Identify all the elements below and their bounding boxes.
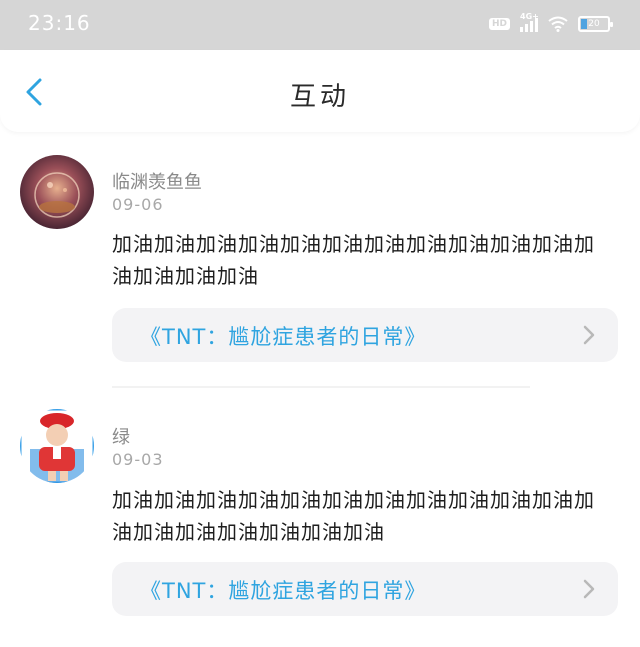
- username[interactable]: 临渊羡鱼鱼: [112, 168, 202, 194]
- comment-date: 09-03: [112, 450, 164, 469]
- chevron-right-icon: [582, 324, 596, 346]
- battery-level: 20: [588, 19, 600, 29]
- avatar[interactable]: [20, 409, 94, 483]
- page-title: 互动: [289, 82, 350, 112]
- hd-icon: HD: [488, 18, 510, 30]
- username[interactable]: 绿: [112, 423, 130, 449]
- status-time: 23:16: [28, 11, 91, 35]
- work-title: 《TNT：尴尬症患者的日常》: [140, 579, 427, 603]
- status-bar: 23:16 HD 4G+ 20: [0, 0, 640, 50]
- header: 互动: [0, 50, 640, 132]
- chevron-right-icon: [582, 578, 596, 600]
- work-link-card[interactable]: 《TNT：尴尬症患者的日常》: [112, 562, 618, 616]
- comment-date: 09-06: [112, 195, 164, 214]
- work-link-card[interactable]: 《TNT：尴尬症患者的日常》: [112, 308, 618, 362]
- work-title: 《TNT：尴尬症患者的日常》: [140, 325, 427, 349]
- avatar[interactable]: [20, 155, 94, 229]
- network-type: 4G+: [520, 12, 539, 21]
- battery-icon: 20: [578, 16, 613, 32]
- signal-icon: 4G+: [520, 12, 539, 32]
- status-icons: HD 4G+ 20: [488, 12, 613, 35]
- comment-text: 加油加油加油加油加油加油加油加油加油加油加油加油加油加油加油加油加油加油: [112, 488, 595, 544]
- wifi-icon: [548, 16, 568, 32]
- comment-text: 加油加油加油加油加油加油加油加油加油加油加油加油加油加油加油: [112, 232, 595, 288]
- divider: [112, 386, 530, 388]
